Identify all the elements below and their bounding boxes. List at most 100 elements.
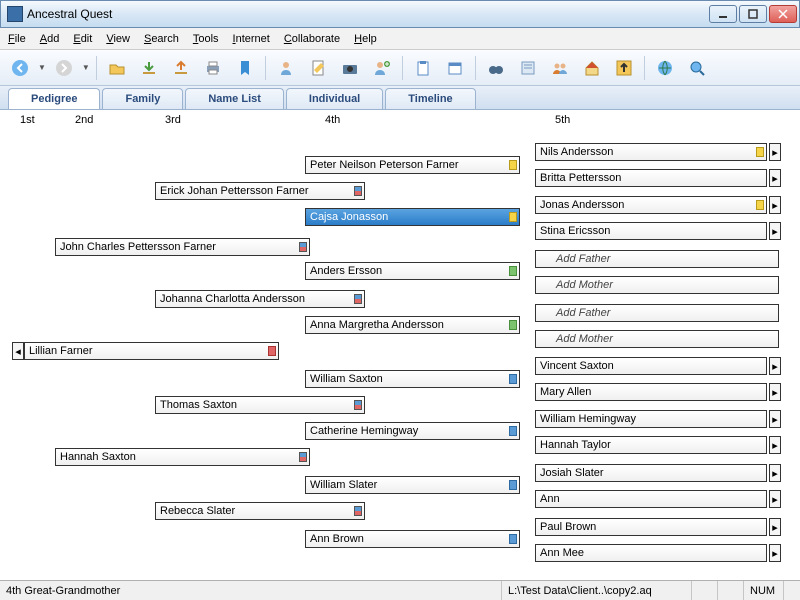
person-box[interactable]: William Slater	[305, 476, 520, 494]
person-box[interactable]: Nils Andersson	[535, 143, 767, 161]
tab-family[interactable]: Family	[102, 88, 183, 109]
person-box[interactable]: John Charles Pettersson Farner	[55, 238, 310, 256]
export-icon[interactable]	[167, 54, 195, 82]
maximize-button[interactable]	[739, 5, 767, 23]
menu-search[interactable]: Search	[144, 33, 179, 45]
menu-tools[interactable]: Tools	[193, 33, 219, 45]
dropdown-icon[interactable]: ▼	[82, 63, 90, 72]
person-box[interactable]: Ann Brown	[305, 530, 520, 548]
save-icon[interactable]	[135, 54, 163, 82]
add-mother-box[interactable]: Add Mother	[535, 276, 779, 294]
menu-view[interactable]: View	[106, 33, 130, 45]
status-relationship: 4th Great-Grandmother	[0, 581, 502, 600]
toolbar: ▼ ▼	[0, 50, 800, 86]
binoculars-icon[interactable]	[482, 54, 510, 82]
person-box[interactable]: William Hemingway	[535, 410, 767, 428]
statusbar: 4th Great-Grandmother L:\Test Data\Clien…	[0, 580, 800, 600]
person-box[interactable]: Josiah Slater	[535, 464, 767, 482]
nav-right-arrow[interactable]: ▸	[769, 383, 781, 401]
tab-individual[interactable]: Individual	[286, 88, 383, 109]
nav-right-arrow[interactable]: ▸	[769, 518, 781, 536]
dropdown-icon[interactable]: ▼	[38, 63, 46, 72]
person-box[interactable]: Ann	[535, 490, 767, 508]
person-box[interactable]: Stina Ericsson	[535, 222, 767, 240]
gen-label: 2nd	[75, 114, 93, 126]
forward-button[interactable]	[50, 54, 78, 82]
nav-right-arrow[interactable]: ▸	[769, 196, 781, 214]
nav-right-arrow[interactable]: ▸	[769, 222, 781, 240]
person-box-selected[interactable]: Cajsa Jonasson	[305, 208, 520, 226]
person-box[interactable]: Paul Brown	[535, 518, 767, 536]
camera-icon[interactable]	[336, 54, 364, 82]
person-box[interactable]: William Saxton	[305, 370, 520, 388]
person-box[interactable]: Rebecca Slater	[155, 502, 365, 520]
person-icon[interactable]	[272, 54, 300, 82]
nav-right-arrow[interactable]: ▸	[769, 169, 781, 187]
home-icon[interactable]	[578, 54, 606, 82]
open-icon[interactable]	[103, 54, 131, 82]
tab-pedigree[interactable]: Pedigree	[8, 88, 100, 109]
gen-label: 4th	[325, 114, 340, 126]
titlebar: Ancestral Quest	[0, 0, 800, 28]
add-mother-box[interactable]: Add Mother	[535, 330, 779, 348]
person-box[interactable]: Catherine Hemingway	[305, 422, 520, 440]
group-icon[interactable]	[546, 54, 574, 82]
status-num: NUM	[744, 581, 784, 600]
close-button[interactable]	[769, 5, 797, 23]
person-box[interactable]: Anders Ersson	[305, 262, 520, 280]
person-box[interactable]: Britta Pettersson	[535, 169, 767, 187]
clipboard-icon[interactable]	[409, 54, 437, 82]
gen-label: 5th	[555, 114, 570, 126]
person-box[interactable]: Johanna Charlotta Andersson	[155, 290, 365, 308]
status-cell	[692, 581, 718, 600]
nav-right-arrow[interactable]: ▸	[769, 490, 781, 508]
menu-file[interactable]: File	[8, 33, 26, 45]
status-path: L:\Test Data\Client..\copy2.aq	[502, 581, 692, 600]
person-box[interactable]: Lillian Farner	[24, 342, 279, 360]
menubar: File Add Edit View Search Tools Internet…	[0, 28, 800, 50]
nav-right-arrow[interactable]: ▸	[769, 544, 781, 562]
add-person-icon[interactable]	[368, 54, 396, 82]
add-father-box[interactable]: Add Father	[535, 250, 779, 268]
menu-edit[interactable]: Edit	[73, 33, 92, 45]
person-box[interactable]: Jonas Andersson	[535, 196, 767, 214]
globe-icon[interactable]	[651, 54, 679, 82]
up-arrow-icon[interactable]	[610, 54, 638, 82]
person-box[interactable]: Hannah Taylor	[535, 436, 767, 454]
person-box[interactable]: Ann Mee	[535, 544, 767, 562]
calendar-icon[interactable]	[441, 54, 469, 82]
search-web-icon[interactable]	[683, 54, 711, 82]
person-box[interactable]: Hannah Saxton	[55, 448, 310, 466]
print-icon[interactable]	[199, 54, 227, 82]
nav-left-arrow[interactable]: ◂	[12, 342, 24, 360]
menu-internet[interactable]: Internet	[233, 33, 270, 45]
nav-right-arrow[interactable]: ▸	[769, 464, 781, 482]
pedigree-chart: 1st 2nd 3rd 4th 5th ◂ Lillian Farner Joh…	[0, 110, 800, 570]
person-box[interactable]: Thomas Saxton	[155, 396, 365, 414]
person-box[interactable]: Erick Johan Pettersson Farner	[155, 182, 365, 200]
menu-help[interactable]: Help	[354, 33, 377, 45]
resize-grip[interactable]	[784, 581, 800, 600]
person-box[interactable]: Mary Allen	[535, 383, 767, 401]
nav-right-arrow[interactable]: ▸	[769, 143, 781, 161]
menu-collaborate[interactable]: Collaborate	[284, 33, 340, 45]
tab-timeline[interactable]: Timeline	[385, 88, 475, 109]
menu-add[interactable]: Add	[40, 33, 60, 45]
app-icon	[7, 6, 23, 22]
gen-label: 1st	[20, 114, 35, 126]
person-box[interactable]: Vincent Saxton	[535, 357, 767, 375]
gen-label: 3rd	[165, 114, 181, 126]
notes-icon[interactable]	[514, 54, 542, 82]
bookmark-icon[interactable]	[231, 54, 259, 82]
person-box[interactable]: Peter Neilson Peterson Farner	[305, 156, 520, 174]
back-button[interactable]	[6, 54, 34, 82]
add-father-box[interactable]: Add Father	[535, 304, 779, 322]
minimize-button[interactable]	[709, 5, 737, 23]
person-box[interactable]: Anna Margretha Andersson	[305, 316, 520, 334]
edit-icon[interactable]	[304, 54, 332, 82]
tab-namelist[interactable]: Name List	[185, 88, 284, 109]
nav-right-arrow[interactable]: ▸	[769, 410, 781, 428]
nav-right-arrow[interactable]: ▸	[769, 357, 781, 375]
window-title: Ancestral Quest	[27, 7, 709, 21]
nav-right-arrow[interactable]: ▸	[769, 436, 781, 454]
